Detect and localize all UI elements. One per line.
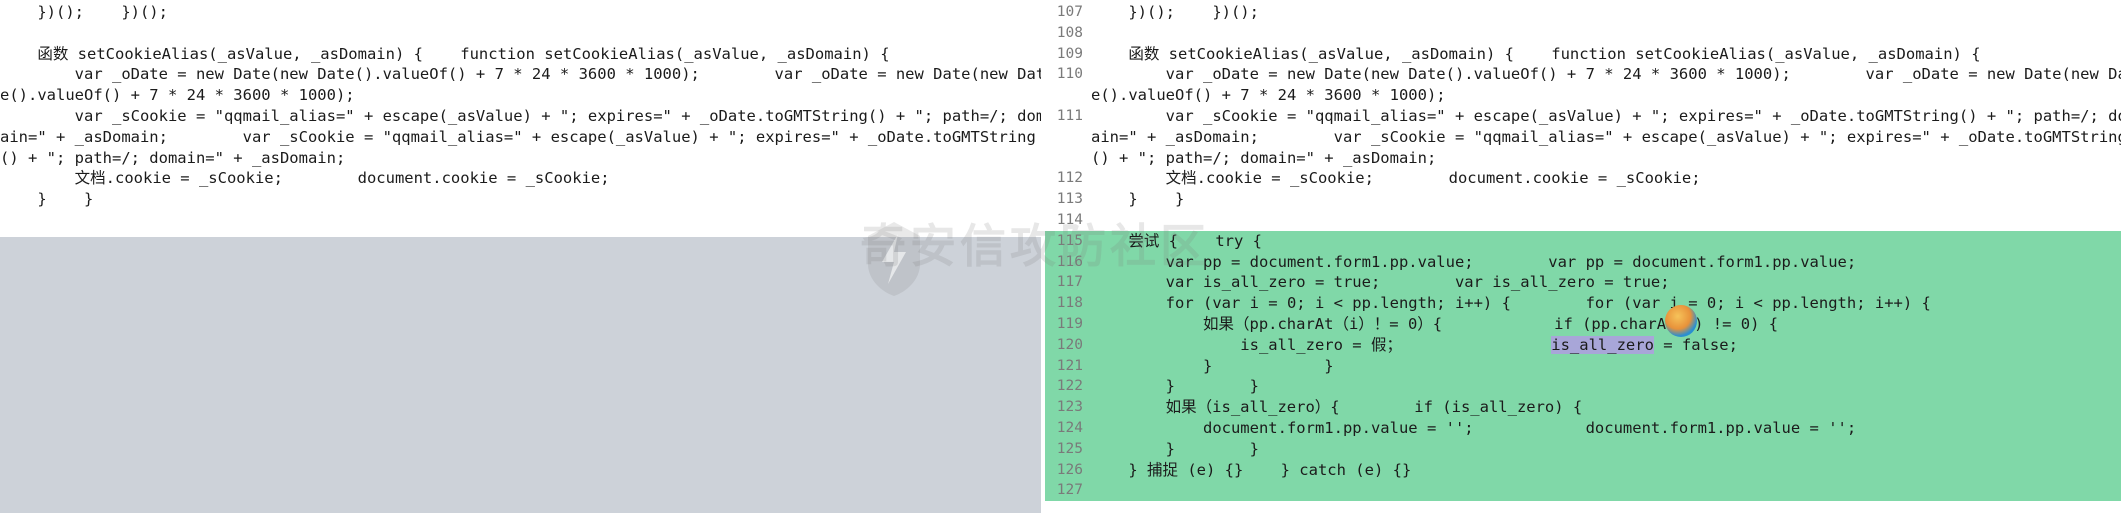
left-code-lines: })(); })(); 函数 setCookieAlias(_asValue, … <box>0 2 1045 210</box>
line-number: 110 <box>1056 66 1083 83</box>
watermark-text: 奇安信攻防社区 <box>860 219 1210 273</box>
code-line: 109 函数 setCookieAlias(_asValue, _asDomai… <box>1045 44 2121 65</box>
added-code-line: 120 is_all_zero = 假； is_all_zero = false… <box>1045 334 2121 356</box>
added-code-line: 126 } 捕捉 (e) {} } catch (e) {} <box>1045 459 2121 481</box>
line-number: 121 <box>1056 357 1083 374</box>
line-number: 122 <box>1056 378 1083 395</box>
added-code-line: 118 for (var i = 0; i < pp.length; i++) … <box>1045 293 2121 314</box>
added-code-line: 124 document.form1.pp.value = ''; docume… <box>1045 417 2121 439</box>
code-line: 112 文档.cookie = _sCookie; document.cooki… <box>1045 168 2121 189</box>
code-line: 108 <box>1045 23 2121 44</box>
line-number: 109 <box>1056 45 1083 62</box>
line-number: 124 <box>1056 419 1083 436</box>
line-number: 111 <box>1056 107 1083 124</box>
line-number: 113 <box>1056 191 1083 208</box>
code-line: 函数 setCookieAlias(_asValue, _asDomain) {… <box>0 44 890 63</box>
line-number: 118 <box>1056 295 1083 312</box>
added-code-line: 127 <box>1045 480 2121 502</box>
line-number: 107 <box>1056 4 1083 20</box>
code-line: var _oDate = new Date(new Date().valueOf… <box>0 65 1045 105</box>
code-line: 110 var _oDate = new Date(new Date().val… <box>1045 64 2121 106</box>
selected-text-highlight[interactable]: is_all_zero <box>1551 335 1654 354</box>
added-code-line: 125 } } <box>1045 438 2121 460</box>
code-line: 113 } } <box>1045 189 2121 210</box>
line-number: 108 <box>1056 24 1083 41</box>
line-number: 120 <box>1056 336 1083 353</box>
code-line: })(); })(); <box>0 3 168 21</box>
line-number: 123 <box>1056 399 1083 416</box>
added-code-line: 122 } } <box>1045 376 2121 398</box>
line-number: 119 <box>1056 315 1083 332</box>
code-line: 文档.cookie = _sCookie; document.cookie = … <box>0 169 610 188</box>
floating-assistant-icon[interactable] <box>1665 305 1697 337</box>
code-line: 107 })(); })(); <box>1045 2 2121 23</box>
code-line: 111 var _sCookie = "qqmail_alias=" + esc… <box>1045 106 2121 168</box>
added-code-line: 119 如果（pp.charAt（i）！= 0）{ if (pp.charAt(… <box>1045 313 2121 335</box>
line-number: 126 <box>1056 461 1083 478</box>
line-number: 125 <box>1056 440 1083 457</box>
code-line: } } <box>0 190 94 209</box>
code-line: var _sCookie = "qqmail_alias=" + escape(… <box>0 106 1045 167</box>
line-number: 127 <box>1056 482 1083 499</box>
line-number: 112 <box>1056 170 1083 187</box>
added-code-line: 123 如果（is_all_zero）{ if (is_all_zero) { <box>1045 397 2121 418</box>
added-code-line: 121 } } <box>1045 355 2121 377</box>
